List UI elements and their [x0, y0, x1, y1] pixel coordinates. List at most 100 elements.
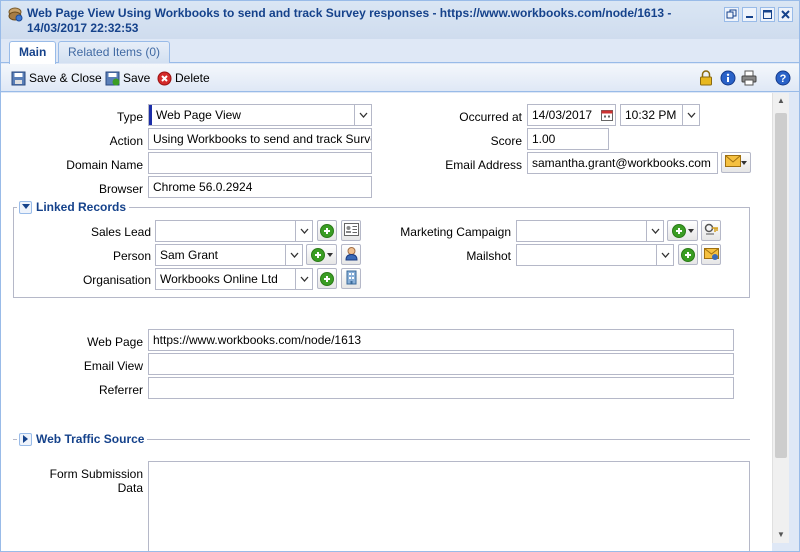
referrer-label: Referrer — [98, 383, 143, 397]
person-select[interactable]: Sam Grant — [155, 244, 303, 266]
save-close-label: Save & Close — [29, 71, 102, 85]
action-label: Action — [109, 134, 143, 148]
campaign-icon — [704, 222, 719, 240]
restore-icon[interactable] — [724, 7, 739, 22]
save-close-icon — [11, 71, 26, 86]
chevron-down-icon[interactable] — [354, 105, 371, 125]
sales-lead-select[interactable] — [155, 220, 313, 242]
scroll-down-icon[interactable]: ▼ — [773, 527, 789, 543]
add-marketing-campaign-button[interactable] — [667, 220, 698, 241]
type-select[interactable]: Web Page View — [148, 104, 372, 126]
toolbar: Save & Close Save Delete ? — [1, 64, 799, 92]
occurred-date-input[interactable]: 14/03/2017 — [527, 104, 616, 126]
print-icon[interactable] — [741, 70, 757, 89]
delete-label: Delete — [175, 71, 210, 85]
sales-lead-label: Sales Lead — [90, 225, 151, 239]
linked-records-legend[interactable]: Linked Records — [17, 200, 130, 214]
add-organisation-button[interactable] — [317, 268, 337, 289]
web-traffic-source-title: Web Traffic Source — [36, 432, 145, 446]
add-icon — [320, 271, 334, 286]
svg-text:?: ? — [780, 73, 787, 85]
marketing-campaign-select[interactable] — [516, 220, 664, 242]
building-icon — [345, 269, 358, 288]
action-input[interactable]: Using Workbooks to send and track Survey… — [148, 128, 372, 150]
occurred-at-label: Occurred at — [459, 110, 522, 124]
score-label: Score — [490, 134, 522, 148]
scroll-up-icon[interactable]: ▲ — [773, 93, 789, 109]
minimize-icon[interactable] — [742, 7, 757, 22]
mailshot-select[interactable] — [516, 244, 674, 266]
chevron-down-icon — [326, 252, 333, 257]
chevron-down-icon[interactable] — [656, 245, 673, 265]
mailshot-icon — [703, 246, 719, 264]
info-icon[interactable] — [720, 70, 736, 89]
chevron-down-icon — [687, 228, 694, 233]
web-page-input[interactable]: https://www.workbooks.com/node/1613 — [148, 329, 734, 351]
add-sales-lead-button[interactable] — [317, 220, 337, 241]
lock-icon[interactable] — [699, 70, 713, 89]
contact-card-icon — [343, 222, 359, 239]
organisation-select[interactable]: Workbooks Online Ltd — [155, 268, 313, 290]
email-address-input[interactable]: samantha.grant@workbooks.com — [527, 152, 718, 174]
app-icon — [7, 6, 23, 22]
envelope-icon — [725, 155, 741, 170]
collapse-icon[interactable] — [19, 200, 32, 214]
maximize-icon[interactable] — [760, 7, 775, 22]
save-close-button[interactable]: Save & Close — [11, 70, 102, 86]
add-icon — [671, 223, 686, 238]
open-organisation-button[interactable] — [341, 268, 361, 289]
scroll-thumb[interactable] — [775, 113, 787, 458]
email-view-input[interactable] — [148, 353, 734, 375]
form-submission-textarea[interactable] — [148, 461, 750, 551]
save-label: Save — [123, 71, 151, 85]
vertical-scrollbar[interactable]: ▲ ▼ — [772, 93, 789, 543]
add-person-button[interactable] — [306, 244, 337, 265]
mailshot-label: Mailshot — [466, 249, 511, 263]
open-sales-lead-button[interactable] — [341, 220, 361, 241]
referrer-input[interactable] — [148, 377, 734, 399]
chevron-down-icon[interactable] — [295, 221, 312, 241]
score-input[interactable]: 1.00 — [527, 128, 609, 150]
open-mailshot-button[interactable] — [701, 244, 721, 265]
open-person-button[interactable] — [341, 244, 361, 265]
linked-records-title: Linked Records — [36, 200, 127, 214]
chevron-down-icon[interactable] — [646, 221, 663, 241]
type-value: Web Page View — [156, 108, 241, 122]
title-bar: Web Page View Using Workbooks to send an… — [1, 1, 799, 39]
add-icon — [681, 247, 695, 262]
organisation-label: Organisation — [82, 273, 151, 287]
open-marketing-campaign-button[interactable] — [701, 220, 721, 241]
type-label: Type — [116, 110, 143, 124]
domain-name-input[interactable] — [148, 152, 372, 174]
expand-icon[interactable] — [19, 432, 32, 446]
chevron-down-icon — [741, 160, 747, 165]
web-traffic-source-legend[interactable]: Web Traffic Source — [17, 432, 148, 446]
occurred-time-select[interactable]: 10:32 PM — [620, 104, 700, 126]
browser-input[interactable]: Chrome 56.0.2924 — [148, 176, 372, 198]
add-icon — [310, 247, 325, 262]
save-button[interactable]: Save — [105, 70, 150, 86]
chevron-down-icon[interactable] — [682, 105, 699, 125]
delete-button[interactable]: Delete — [157, 70, 210, 86]
save-icon — [105, 71, 120, 86]
email-action-button[interactable] — [721, 152, 751, 173]
person-icon — [344, 246, 359, 264]
person-value: Sam Grant — [160, 248, 219, 262]
chevron-down-icon[interactable] — [295, 269, 312, 289]
window-title: Web Page View Using Workbooks to send an… — [27, 6, 672, 35]
tab-related-items[interactable]: Related Items (0) — [58, 41, 171, 63]
form-submission-label: Form Submission Data — [49, 467, 143, 495]
delete-icon — [157, 71, 172, 86]
calendar-icon[interactable] — [598, 105, 615, 125]
add-mailshot-button[interactable] — [678, 244, 698, 265]
occurred-date-value: 14/03/2017 — [532, 108, 593, 122]
occurred-time-value: 10:32 PM — [625, 108, 677, 122]
close-icon[interactable] — [778, 7, 793, 22]
email-view-label: Email View — [83, 359, 143, 373]
person-label: Person — [112, 249, 151, 263]
type-indicator — [149, 105, 152, 125]
tab-main[interactable]: Main — [9, 41, 57, 64]
chevron-down-icon[interactable] — [285, 245, 302, 265]
help-icon[interactable]: ? — [775, 70, 791, 89]
organisation-value: Workbooks Online Ltd — [160, 272, 278, 286]
